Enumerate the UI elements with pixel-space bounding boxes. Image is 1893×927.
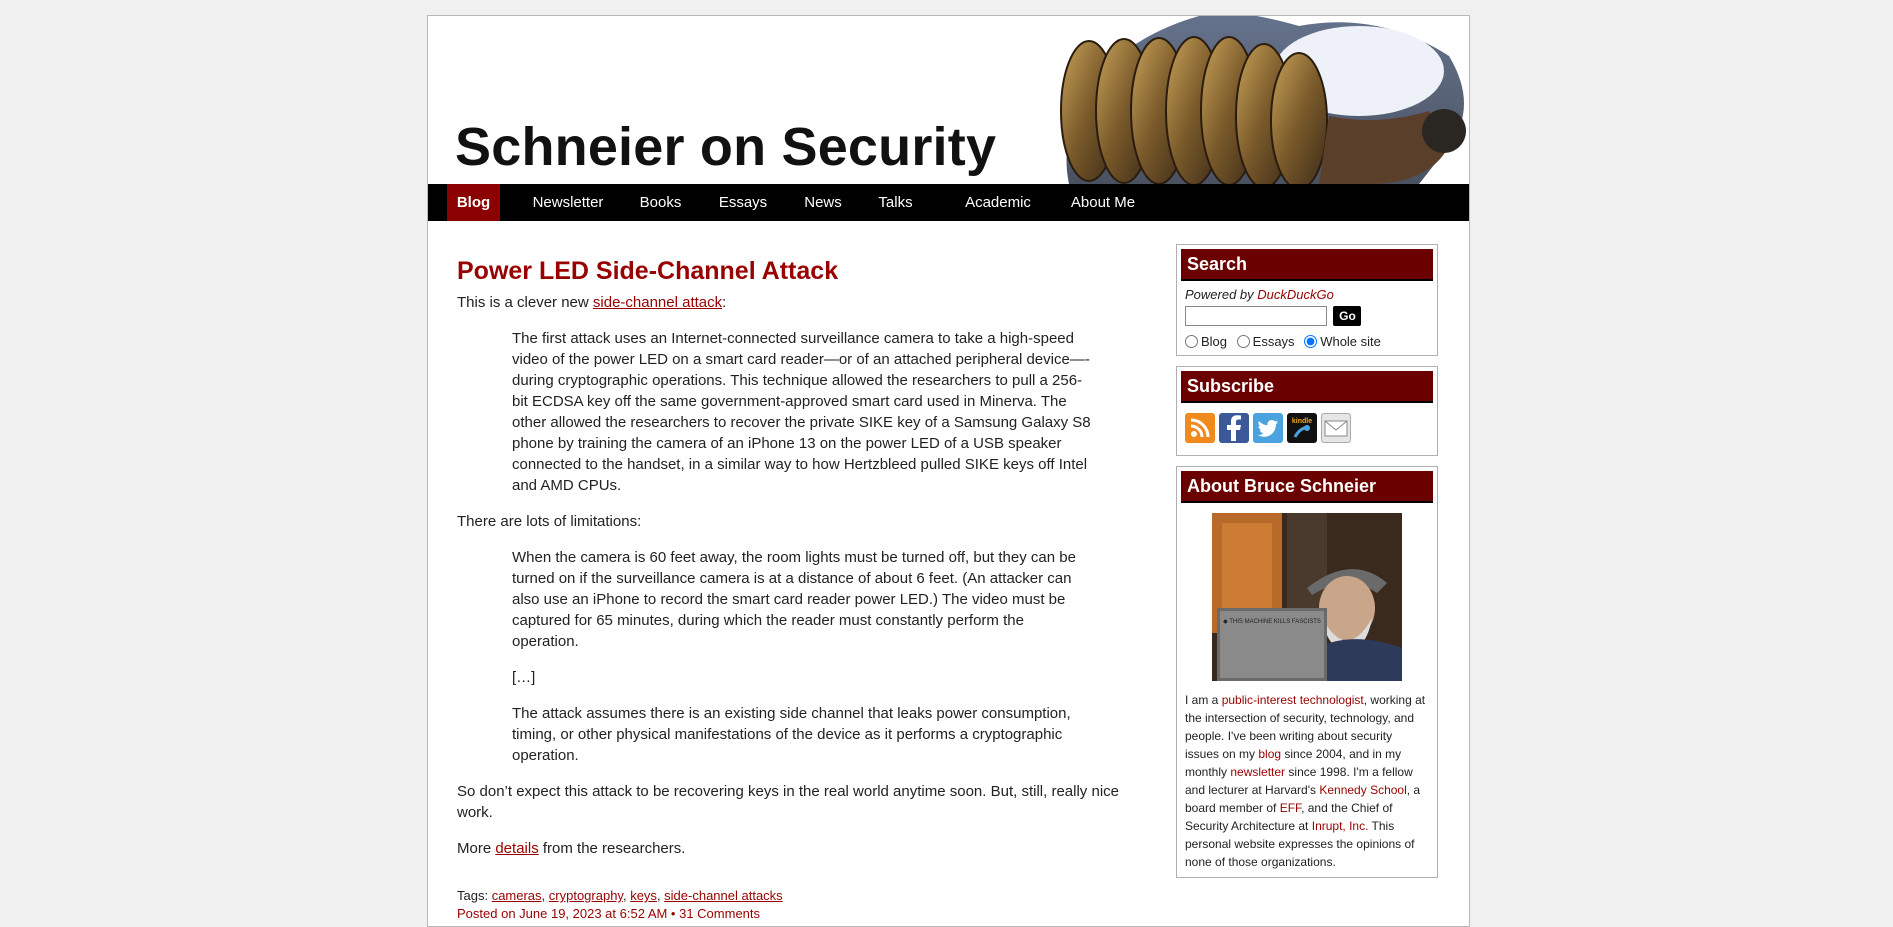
main-nav: Blog Newsletter Books Essays News Talks … [428,184,1469,221]
quote-paragraph-1: The first attack uses an Internet-connec… [512,330,1091,494]
quote-block-2: When the camera is 60 feet away, the roo… [512,547,1092,766]
author-bio: I am a public-interest technologist, wor… [1185,691,1429,871]
scope-blog-option[interactable]: Blog [1185,334,1227,349]
quote-ellipsis: […] [512,669,536,686]
duckduckgo-link[interactable]: DuckDuckGo [1257,287,1334,302]
masthead: Schneier on Security [428,16,1469,184]
tag-link[interactable]: cryptography [549,888,623,903]
about-heading: About Bruce Schneier [1181,471,1433,503]
nav-news[interactable]: News [793,184,853,221]
tag-link[interactable]: keys [630,888,657,903]
subscribe-icons: kindle [1185,413,1433,445]
combination-lock-image [1060,16,1466,184]
quote-paragraph-2: When the camera is 60 feet away, the roo… [512,549,1076,650]
search-widget: Search Powered by DuckDuckGo Go Blog Ess… [1176,244,1438,356]
sidebar: Search Powered by DuckDuckGo Go Blog Ess… [1176,244,1438,888]
search-scope-options: Blog Essays Whole site [1185,334,1433,349]
email-icon[interactable] [1321,413,1351,443]
side-channel-attack-link[interactable]: side-channel attack [593,294,722,311]
bio-link[interactable]: blog [1258,747,1281,761]
site-title[interactable]: Schneier on Security [455,116,996,178]
nav-newsletter[interactable]: Newsletter [523,184,613,221]
nav-blog[interactable]: Blog [447,184,500,221]
facebook-icon[interactable] [1219,413,1249,443]
page-container: Schneier on Security Blog Newsletter Boo… [427,15,1470,927]
about-widget: About Bruce Schneier ◆ THIS MACHINE KILL… [1176,466,1438,878]
scope-blog-radio[interactable] [1185,335,1198,348]
twitter-icon[interactable] [1253,413,1283,443]
scope-essays-radio[interactable] [1236,335,1250,348]
rss-icon[interactable] [1185,413,1215,443]
limitations-paragraph: There are lots of limitations: [457,513,642,530]
conclusion-paragraph: So don’t expect this attack to be recove… [457,783,1119,821]
search-go-button[interactable]: Go [1333,306,1362,326]
nav-about-me[interactable]: About Me [1063,184,1143,221]
post-meta[interactable]: Posted on June 19, 2023 at 6:52 AM • 31 … [457,905,1127,923]
bio-link[interactable]: Inrupt, Inc. [1312,819,1369,833]
search-input[interactable] [1185,306,1327,326]
subscribe-heading: Subscribe [1181,371,1433,403]
quote-block: The first attack uses an Internet-connec… [512,328,1092,496]
nav-books[interactable]: Books [628,184,693,221]
kindle-icon[interactable]: kindle [1287,413,1317,443]
more-details-paragraph: More details from the researchers. [457,840,686,857]
bio-link[interactable]: EFF [1280,801,1301,815]
bio-text: I am a [1185,693,1222,707]
search-heading: Search [1181,249,1433,281]
bio-link[interactable]: Kennedy School [1319,783,1406,797]
scope-whole-site-option[interactable]: Whole site [1304,334,1381,349]
details-link[interactable]: details [495,840,538,857]
nav-academic[interactable]: Academic [958,184,1038,221]
post-title[interactable]: Power LED Side-Channel Attack [457,256,1127,286]
post-tags: Tags: cameras, cryptography, keys, side-… [457,888,783,903]
search-row: Go [1185,306,1433,330]
author-photo[interactable]: ◆ THIS MACHINE KILLS FASCISTS [1212,513,1402,681]
post-article: Power LED Side-Channel Attack This is a … [457,256,1127,923]
scope-whole-site-radio[interactable] [1304,335,1318,348]
quote-paragraph-3: The attack assumes there is an existing … [512,705,1071,764]
subscribe-widget: Subscribe kindle [1176,366,1438,456]
bio-link[interactable]: public-interest technologist [1222,693,1364,707]
nav-essays[interactable]: Essays [708,184,778,221]
scope-essays-option[interactable]: Essays [1236,334,1295,349]
svg-text:kindle: kindle [1292,418,1312,425]
nav-talks[interactable]: Talks [868,184,923,221]
post-intro: This is a clever new side-channel attack… [457,294,727,311]
tag-link[interactable]: side-channel attacks [664,888,783,903]
search-powered-by: Powered by DuckDuckGo [1185,287,1334,302]
svg-text:◆ THIS MACHINE KILLS FASCISTS: ◆ THIS MACHINE KILLS FASCISTS [1223,619,1321,625]
bio-link[interactable]: newsletter [1230,765,1285,779]
tag-link[interactable]: cameras [492,888,542,903]
